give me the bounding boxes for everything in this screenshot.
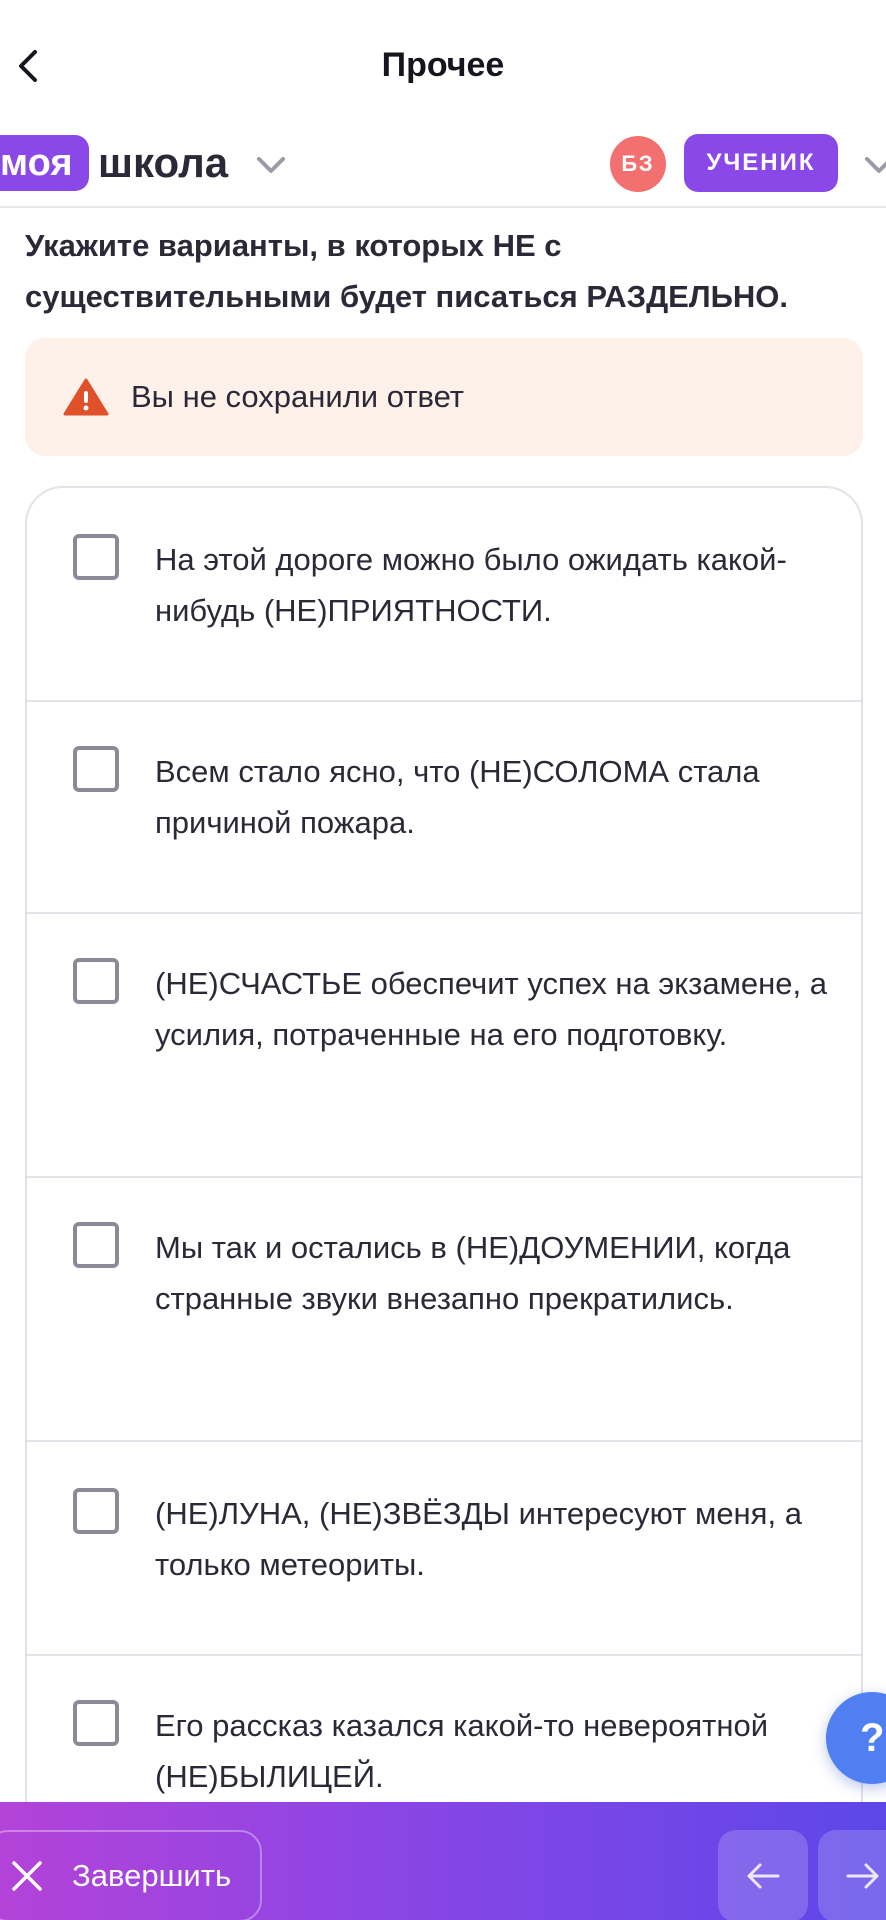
option-text: Его рассказ казался какой-то невероятной… [155,1708,769,1794]
option-checkbox[interactable] [73,1222,119,1268]
option-checkbox[interactable] [73,958,119,1004]
top-bar: Прочее [0,0,886,130]
answer-option[interactable]: Всем стало ясно, что (НЕ)СОЛОМА стала пр… [27,702,861,914]
bottom-bar: Завершить [0,1802,886,1920]
option-checkbox[interactable] [73,1488,119,1534]
option-text: (НЕ)ЛУНА, (НЕ)ЗВЁЗДЫ интересуют меня, а … [155,1496,802,1582]
option-text: Мы так и остались в (НЕ)ДОУМЕНИИ, когда … [155,1230,791,1316]
option-text: На этой дороге можно было ожидать какой-… [155,542,787,628]
option-checkbox[interactable] [73,534,119,580]
option-text: (НЕ)СЧАСТЬЕ обеспечит успех на экзамене,… [155,966,827,1052]
question-text: Укажите варианты, в которых НЕ с существ… [25,228,788,314]
answer-options: На этой дороге можно было ожидать какой-… [25,486,863,1920]
answer-option[interactable]: Мы так и остались в (НЕ)ДОУМЕНИИ, когда … [27,1178,861,1442]
unsaved-warning: Вы не сохранили ответ [25,338,863,456]
brand-logo-pill: моя [0,135,89,191]
brand-bar: моя школа БЗ УЧЕНИК [0,130,886,208]
arrow-right-icon [846,1863,879,1889]
page-title: Прочее [381,46,505,84]
user-avatar[interactable]: БЗ [610,136,666,192]
chevron-down-icon[interactable] [862,150,886,180]
warning-triangle-icon [63,378,109,416]
prev-button[interactable] [718,1830,808,1920]
option-checkbox[interactable] [73,1700,119,1746]
answer-option[interactable]: (НЕ)ЛУНА, (НЕ)ЗВЁЗДЫ интересуют меня, а … [27,1442,861,1656]
arrow-left-icon [747,1863,780,1889]
finish-button[interactable]: Завершить [0,1830,262,1920]
answer-option[interactable]: (НЕ)СЧАСТЬЕ обеспечит успех на экзамене,… [27,914,861,1178]
answer-option[interactable]: На этой дороге можно было ожидать какой-… [27,488,861,702]
close-icon [12,1861,42,1891]
chevron-down-icon[interactable] [254,150,288,180]
option-text: Всем стало ясно, что (НЕ)СОЛОМА стала пр… [155,754,760,840]
option-checkbox[interactable] [73,746,119,792]
next-button[interactable] [818,1830,886,1920]
warning-text: Вы не сохранили ответ [131,379,465,414]
role-badge[interactable]: УЧЕНИК [684,134,838,192]
brand-logo-word: школа [98,139,229,186]
finish-label: Завершить [72,1858,232,1893]
